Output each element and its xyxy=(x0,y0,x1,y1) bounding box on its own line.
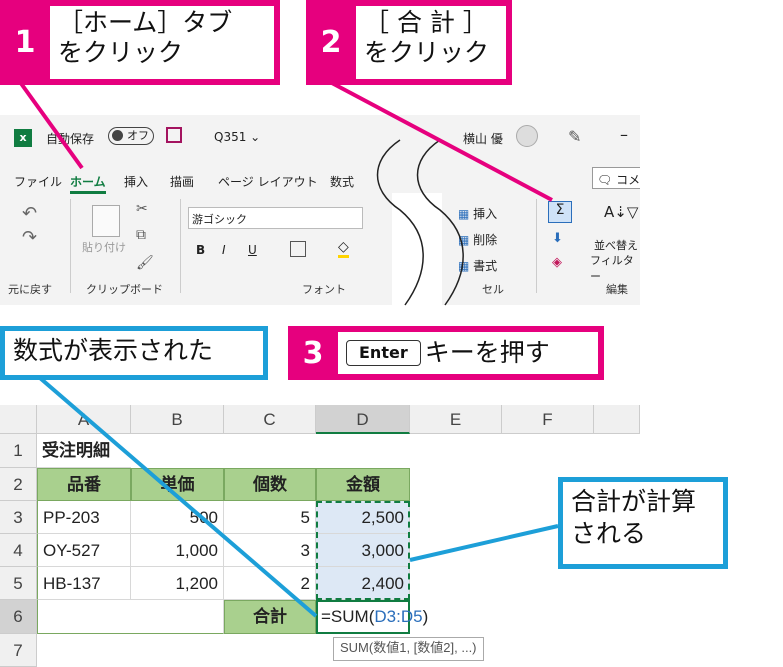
pointer-lines xyxy=(18,80,559,618)
